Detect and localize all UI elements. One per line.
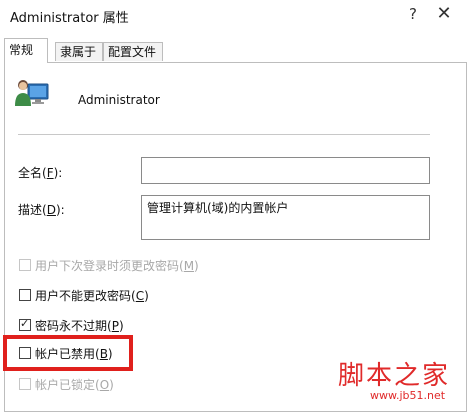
account-disabled-label: 帐户已禁用(B) [35, 346, 113, 361]
description-label: 描述(D): [18, 203, 65, 217]
user-account-icon [15, 80, 49, 106]
full-name-input[interactable] [141, 157, 430, 184]
title-bar: Administrator 属性 ? ✕ [0, 0, 471, 34]
must-change-password-label: 用户下次登录时须更改密码(M) [35, 258, 199, 273]
watermark-logo: 脚本之家 www.jb51.net [338, 355, 468, 405]
close-icon[interactable]: ✕ [434, 3, 454, 24]
description-input[interactable]: 管理计算机(域)的内置帐户 [141, 195, 430, 240]
must-change-password-option[interactable]: 用户下次登录时须更改密码(M) [19, 257, 199, 273]
help-icon[interactable]: ? [405, 5, 421, 23]
account-disabled-option[interactable]: 帐户已禁用(B) [19, 345, 113, 361]
watermark-logo-text: 脚本之家 [338, 361, 451, 391]
account-disabled-checkbox[interactable] [19, 347, 31, 359]
account-locked-option[interactable]: 帐户已锁定(O) [19, 376, 114, 392]
tab-profile[interactable]: 配置文件 [103, 42, 163, 61]
tab-general[interactable]: 常规 [4, 38, 48, 63]
must-change-password-checkbox[interactable] [19, 259, 31, 271]
full-name-label: 全名(F): [18, 166, 63, 180]
user-name: Administrator [78, 93, 160, 107]
tab-member-of[interactable]: 隶属于 [55, 42, 103, 61]
checkmark-icon: ✓ [20, 317, 30, 330]
cannot-change-password-option[interactable]: 用户不能更改密码(C) [19, 287, 149, 303]
window-title: Administrator 属性 [10, 11, 129, 26]
password-never-expires-label: 密码永不过期(P) [35, 318, 124, 333]
cannot-change-password-label: 用户不能更改密码(C) [35, 288, 149, 303]
divider [18, 134, 430, 135]
watermark-url: www.jb51.net [370, 389, 446, 402]
cannot-change-password-checkbox[interactable] [19, 289, 31, 301]
account-locked-checkbox[interactable] [19, 378, 31, 390]
password-never-expires-checkbox[interactable]: ✓ [19, 317, 31, 331]
account-locked-label: 帐户已锁定(O) [35, 377, 114, 392]
tab-strip: 常规 隶属于 配置文件 [4, 38, 467, 63]
password-never-expires-option[interactable]: ✓ 密码永不过期(P) [19, 317, 124, 333]
